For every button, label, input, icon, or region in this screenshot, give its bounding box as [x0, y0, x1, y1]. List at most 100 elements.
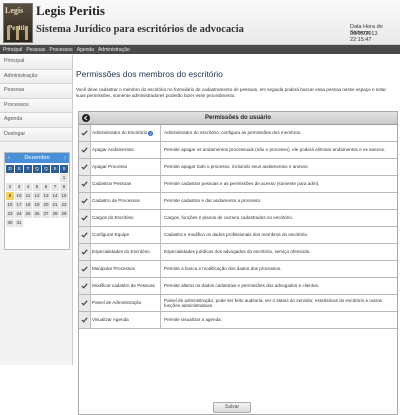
permission-name-text: Modificar cadastro de Pessoas [92, 283, 155, 289]
calendar-empty-cell [51, 219, 59, 227]
calendar-day[interactable]: 27 [42, 210, 50, 218]
checkmark-icon [81, 317, 88, 323]
calendar-day[interactable]: 29 [60, 210, 68, 218]
calendar-weekday: S [15, 165, 23, 173]
permission-description: Painel de administração, pode ser feito … [164, 297, 383, 309]
permission-checkbox[interactable] [79, 244, 91, 260]
permission-name-text: Visualizar Agenda [92, 317, 129, 323]
calendar-day[interactable]: 28 [51, 210, 59, 218]
permission-checkbox[interactable] [79, 210, 91, 226]
topnav-processos[interactable]: Processos [49, 47, 72, 53]
calendar-empty-cell [42, 219, 50, 227]
calendar-day[interactable]: 8 [60, 183, 68, 191]
sidebar-item-agenda[interactable]: Agenda [0, 113, 72, 128]
checkmark-icon [81, 181, 88, 187]
permission-checkbox[interactable] [79, 176, 91, 192]
calendar-day[interactable]: 9 [6, 192, 14, 200]
save-button[interactable]: Salvar [213, 402, 251, 413]
calendar-day[interactable]: 14 [51, 192, 59, 200]
calendar-day[interactable]: 18 [24, 201, 32, 209]
permission-name: Visualizar Agenda [92, 312, 161, 328]
permission-checkbox[interactable] [79, 295, 91, 311]
calendar-day[interactable]: 11 [24, 192, 32, 200]
permission-name: Configurar Equipe [92, 227, 161, 243]
permission-name: Apagar Processo [92, 159, 161, 175]
calendar-day[interactable]: 1 [60, 174, 68, 182]
checkmark-icon [81, 164, 88, 170]
permission-row: Apagar Processo Permite apagar todo o pro… [79, 159, 397, 176]
permission-name-text: Configurar Equipe [92, 232, 130, 238]
back-arrow-icon[interactable] [82, 114, 90, 122]
calendar-weekday: Q [42, 165, 50, 173]
calendar-day[interactable]: 15 [60, 192, 68, 200]
permission-name: Painel de Administração [92, 295, 161, 311]
sidebar-item-deslogar[interactable]: Deslogar [0, 127, 72, 142]
permission-description: Permite apagar os andamentos processuais… [164, 147, 386, 153]
sidebar-item-pessoas[interactable]: Pessoas [0, 84, 72, 99]
checkmark-icon [81, 300, 88, 306]
permission-checkbox[interactable] [79, 159, 91, 175]
permission-name-text: Manipular Processos [92, 266, 135, 272]
calendar-prev-button[interactable]: ‹ [8, 153, 10, 163]
calendar-day[interactable]: 25 [24, 210, 32, 218]
app-title: Legis Peritis [36, 3, 105, 18]
calendar-day[interactable]: 7 [51, 183, 59, 191]
sidebar-item-administracao[interactable]: Administração [0, 69, 72, 84]
permission-checkbox[interactable] [79, 261, 91, 277]
calendar-weekday: D [6, 165, 14, 173]
app-subtitle: Sistema Jurídico para escritórios de adv… [36, 24, 244, 35]
header: Legis Peritis Legis Peritis Sistema Jurí… [0, 0, 400, 45]
calendar-grid: D S T Q Q S S 1 2 3 4 5 6 7 8 9 10 11 12 13 14 15 16 17 18 19 20 21… [5, 163, 69, 229]
calendar-day[interactable]: 20 [42, 201, 50, 209]
topnav-pessoas[interactable]: Pessoas [26, 47, 45, 53]
sidebar-item-principal[interactable]: Principal [0, 55, 72, 70]
calendar-day[interactable]: 21 [51, 201, 59, 209]
permission-checkbox[interactable] [79, 312, 91, 328]
permission-name: Cadastro de Processos [92, 193, 161, 209]
calendar-weekday: S [51, 165, 59, 173]
permission-description: Permite apagar todo o processo, incluind… [164, 164, 309, 170]
calendar-day[interactable]: 23 [6, 210, 14, 218]
permission-checkbox[interactable] [79, 227, 91, 243]
permission-description: Permite cadastrar e dar andamento a proc… [164, 198, 262, 204]
permission-checkbox[interactable] [79, 278, 91, 294]
calendar-day[interactable]: 10 [15, 192, 23, 200]
calendar-day[interactable]: 6 [42, 183, 50, 191]
calendar-day[interactable]: 4 [24, 183, 32, 191]
calendar-weekday: S [60, 165, 68, 173]
calendar-day[interactable]: 16 [6, 201, 14, 209]
calendar-day[interactable]: 13 [42, 192, 50, 200]
permission-description: Especialidades jurídicas dos advogados d… [164, 249, 311, 255]
calendar-day[interactable]: 19 [33, 201, 41, 209]
calendar-day[interactable]: 17 [15, 201, 23, 209]
sidebar: Principal Administração Pessoas Processo… [0, 55, 73, 365]
calendar-day[interactable]: 12 [33, 192, 41, 200]
calendar-empty-cell [6, 174, 14, 182]
calendar-empty-cell [51, 174, 59, 182]
permission-checkbox[interactable] [79, 193, 91, 209]
calendar-day[interactable]: 30 [6, 219, 14, 227]
topnav-principal[interactable]: Principal [3, 47, 22, 53]
permissions-table-header: Permissões do usuário [79, 112, 397, 125]
top-nav: Principal Pessoas Processos Agenda Admin… [0, 45, 400, 54]
calendar-day[interactable]: 26 [33, 210, 41, 218]
permission-row: Configurar Equipe Cadastra e modifica os … [79, 227, 397, 244]
permission-checkbox[interactable] [79, 142, 91, 158]
permission-checkbox[interactable] [79, 125, 91, 141]
calendar-day[interactable]: 3 [15, 183, 23, 191]
calendar-day[interactable]: 2 [6, 183, 14, 191]
help-icon[interactable]: ? [148, 130, 154, 136]
topnav-agenda[interactable]: Agenda [77, 47, 94, 53]
permission-name-text: Especialidades do Escritório [92, 249, 150, 255]
sidebar-item-processos[interactable]: Processos [0, 98, 72, 113]
calendar-day[interactable]: 22 [60, 201, 68, 209]
datetime-value: 09/05/2013 22:15:47 [350, 31, 378, 43]
topnav-administracao[interactable]: Administração [98, 47, 130, 53]
calendar-day[interactable]: 24 [15, 210, 23, 218]
permission-name: Modificar cadastro de Pessoas [92, 278, 161, 294]
permission-row: Manipular Processos Permite a busca e mod… [79, 261, 397, 278]
page-description: Você deve cadastrar o membro do escritór… [76, 87, 386, 98]
calendar-day[interactable]: 5 [33, 183, 41, 191]
calendar-next-button[interactable]: › [64, 153, 66, 163]
calendar-day[interactable]: 31 [15, 219, 23, 227]
